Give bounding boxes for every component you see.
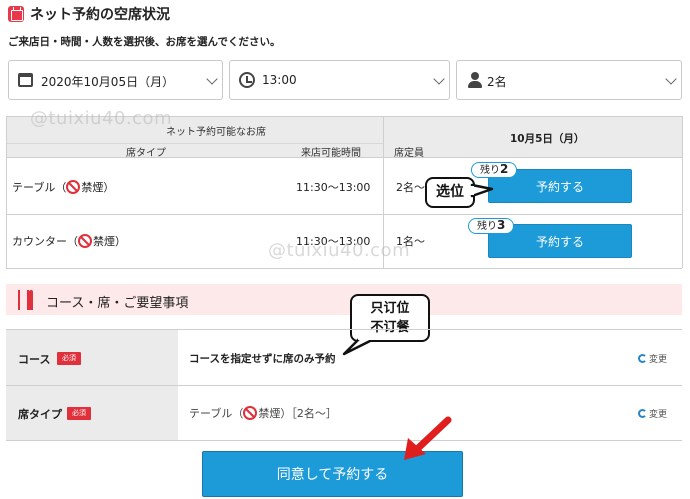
people-select[interactable]: 2名	[456, 60, 682, 100]
form-border-bottom	[6, 440, 682, 441]
no-smoking-icon	[78, 234, 92, 248]
seat-type-label: カウンター（	[12, 235, 78, 248]
watermark: @tuixiu40.com	[30, 108, 173, 129]
table-border-bottom	[6, 268, 682, 269]
annotation-pointer	[470, 183, 494, 198]
remaining-label: 残り	[480, 165, 500, 176]
remaining-badge: 残り3	[468, 218, 515, 234]
reservation-calendar-icon	[8, 6, 24, 22]
refresh-icon	[638, 354, 647, 363]
no-smoking-icon	[66, 180, 81, 194]
remaining-count: 2	[500, 162, 509, 176]
change-course-link[interactable]: 変更	[638, 352, 667, 365]
table-row: テーブル（ 禁煙）	[12, 179, 114, 195]
remaining-badge: 残り2	[471, 162, 518, 178]
annotation-seat-pick: 选位	[425, 177, 475, 208]
calendar-icon	[18, 73, 33, 87]
refresh-icon	[638, 409, 647, 418]
course-label: コース	[18, 353, 51, 366]
chevron-down-icon	[665, 73, 677, 85]
table-header-bottom	[6, 157, 682, 158]
seat-type-value: テーブル（ 禁煙）［2名～］	[189, 405, 337, 421]
remaining-count: 3	[497, 218, 506, 232]
seat-type-value-prefix: テーブル（	[189, 407, 244, 420]
required-badge: 必須	[67, 407, 91, 420]
time-select[interactable]: 13:00	[229, 60, 450, 100]
table-row: カウンター（ 禁煙）	[12, 233, 126, 249]
group-header-label: ネット予約可能なお席	[166, 127, 266, 138]
date-select[interactable]: 2020年10月05日（月）	[8, 60, 223, 100]
table-header-divider	[6, 143, 383, 144]
seat-type-value-suffix: 禁煙）［2名～］	[258, 407, 337, 420]
capacity-value: 2名～	[396, 181, 425, 194]
remaining-label: 残り	[477, 221, 497, 232]
table-row-divider	[6, 214, 682, 215]
table-left-border	[6, 116, 7, 268]
watermark: @tuixiu40.com	[268, 240, 411, 261]
change-link-label: 変更	[649, 355, 668, 365]
change-seat-type-link[interactable]: 変更	[638, 407, 667, 420]
form-border-top	[6, 329, 682, 330]
people-select-value: 2名	[487, 75, 507, 89]
no-smoking-icon	[243, 406, 258, 420]
annotation-seat-only: 只订位 不订餐	[350, 294, 430, 342]
annotation-line-2: 不订餐	[370, 320, 410, 335]
date-select-value: 2020年10月05日（月）	[41, 75, 175, 89]
clock-icon	[239, 72, 255, 88]
required-badge: 必須	[57, 352, 81, 365]
course-value: コースを指定せずに席のみ予約	[189, 353, 336, 365]
smoking-status: 禁煙）	[93, 235, 126, 248]
red-arrow-annotation	[404, 416, 452, 460]
annotation-line-1: 只订位	[370, 301, 410, 316]
seat-type-form-label: 席タイプ	[18, 408, 62, 421]
change-link-label: 変更	[649, 410, 668, 420]
form-row-divider	[6, 385, 682, 386]
date-column-label: 10月5日（月）	[510, 133, 585, 145]
person-icon	[468, 72, 482, 88]
seat-type-label: テーブル（	[12, 181, 67, 194]
page-title: ネット予約の空席状況	[30, 7, 170, 23]
visit-time-value: 11:30～13:00	[296, 181, 371, 194]
fork-knife-icon	[17, 290, 35, 310]
annotation-pointer	[342, 336, 378, 356]
smoking-status: 禁煙）	[81, 181, 115, 194]
chevron-down-icon	[206, 73, 218, 85]
table-right-border	[682, 116, 683, 268]
section-title: コース・席・ご要望事項	[46, 296, 189, 311]
instruction-text: ご来店日・時間・人数を選択後、お席を選んでください。	[8, 36, 281, 48]
chevron-down-icon	[433, 73, 445, 85]
time-select-value: 13:00	[262, 73, 297, 87]
